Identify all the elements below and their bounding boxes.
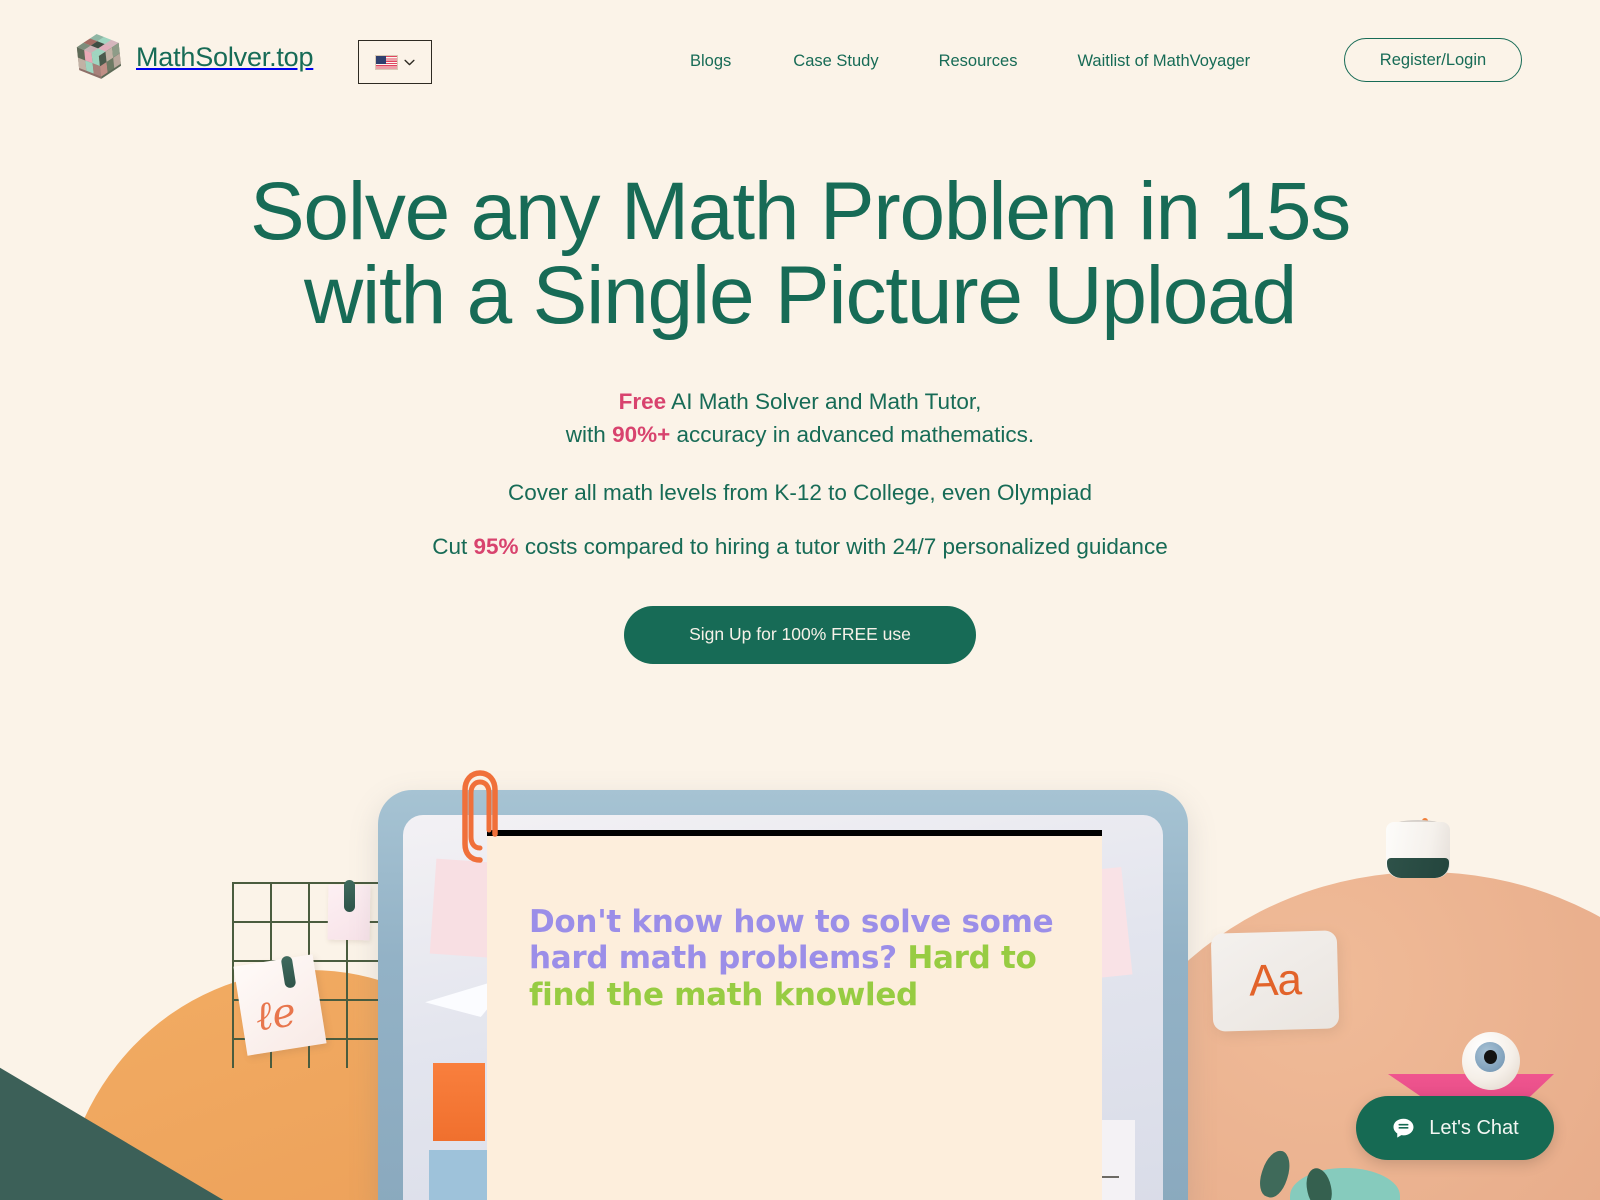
hero-section: Solve any Math Problem in 15s with a Sin… [0, 124, 1600, 664]
brand-name: MathSolver.top [136, 41, 314, 72]
hero-levels-line: Cover all math levels from K-12 to Colle… [507, 479, 1092, 505]
hero-title-line-2: with a Single Picture Upload [304, 250, 1297, 342]
nav-item-case-study[interactable]: Case Study [793, 46, 878, 77]
aa-letter-card: Aa [1210, 930, 1340, 1032]
highlight-cut-percent: 95% [473, 533, 519, 559]
chat-widget-button[interactable]: Let's Chat [1356, 1096, 1554, 1160]
screen-overlay-text: Don't know how to solve some hard math p… [529, 904, 1069, 1013]
nav-item-blogs[interactable]: Blogs [690, 46, 731, 77]
screen-overlay-document: Don't know how to solve some hard math p… [487, 836, 1102, 1200]
hero-title-line-1: Solve any Math Problem in 15s [249, 166, 1351, 257]
eye-iris [1475, 1042, 1505, 1072]
signup-free-button[interactable]: Sign Up for 100% FREE use [624, 605, 976, 664]
subtitle-text-1: AI Math Solver and Math Tutor, [666, 388, 982, 414]
site-header: MathSolver.top Blogs Case Study Resource… [0, 0, 1600, 124]
cost-prefix: Cut [432, 533, 474, 559]
language-selector[interactable] [358, 40, 432, 84]
chevron-down-icon [404, 59, 415, 65]
highlight-accuracy: 90%+ [612, 422, 671, 448]
cost-suffix: costs compared to hiring a tutor with 24… [518, 533, 1168, 559]
subtitle-text-3: accuracy in advanced mathematics. [670, 422, 1035, 448]
register-login-button[interactable]: Register/Login [1344, 38, 1522, 82]
us-flag-icon [375, 54, 398, 70]
eyeball-prop [1462, 1032, 1520, 1090]
hero-subtitle: Free AI Math Solver and Math Tutor, with… [0, 385, 1600, 452]
chat-widget-label: Let's Chat [1429, 1116, 1519, 1139]
page-title: Solve any Math Problem in 15s with a Sin… [0, 169, 1600, 342]
nav-item-waitlist-mathvoyager[interactable]: Waitlist of MathVoyager [1077, 46, 1250, 77]
brand-logo-link[interactable]: MathSolver.top [74, 30, 314, 85]
cube-logo-icon [74, 30, 125, 85]
sticky-note-scribble: ℓe [233, 954, 327, 1056]
screen-blue-block [429, 1150, 489, 1200]
eye-pupil [1484, 1050, 1497, 1064]
subtitle-text-2: with [565, 422, 613, 448]
highlight-free: Free [618, 388, 667, 414]
hero-cost-line: Cut 95% costs compared to hiring a tutor… [0, 534, 1600, 560]
chat-bubble-icon [1393, 1118, 1414, 1138]
handwriting-mark: ℓe [252, 988, 300, 1041]
clip-pin-icon [344, 880, 355, 912]
nav-item-resources[interactable]: Resources [939, 46, 1018, 77]
pencil-cup [1382, 808, 1454, 878]
aa-card-label: Aa [1248, 955, 1302, 1006]
paperclip-icon [458, 760, 502, 865]
screen-orange-block [433, 1063, 485, 1141]
main-nav: Blogs Case Study Resources Waitlist of M… [690, 46, 1250, 77]
